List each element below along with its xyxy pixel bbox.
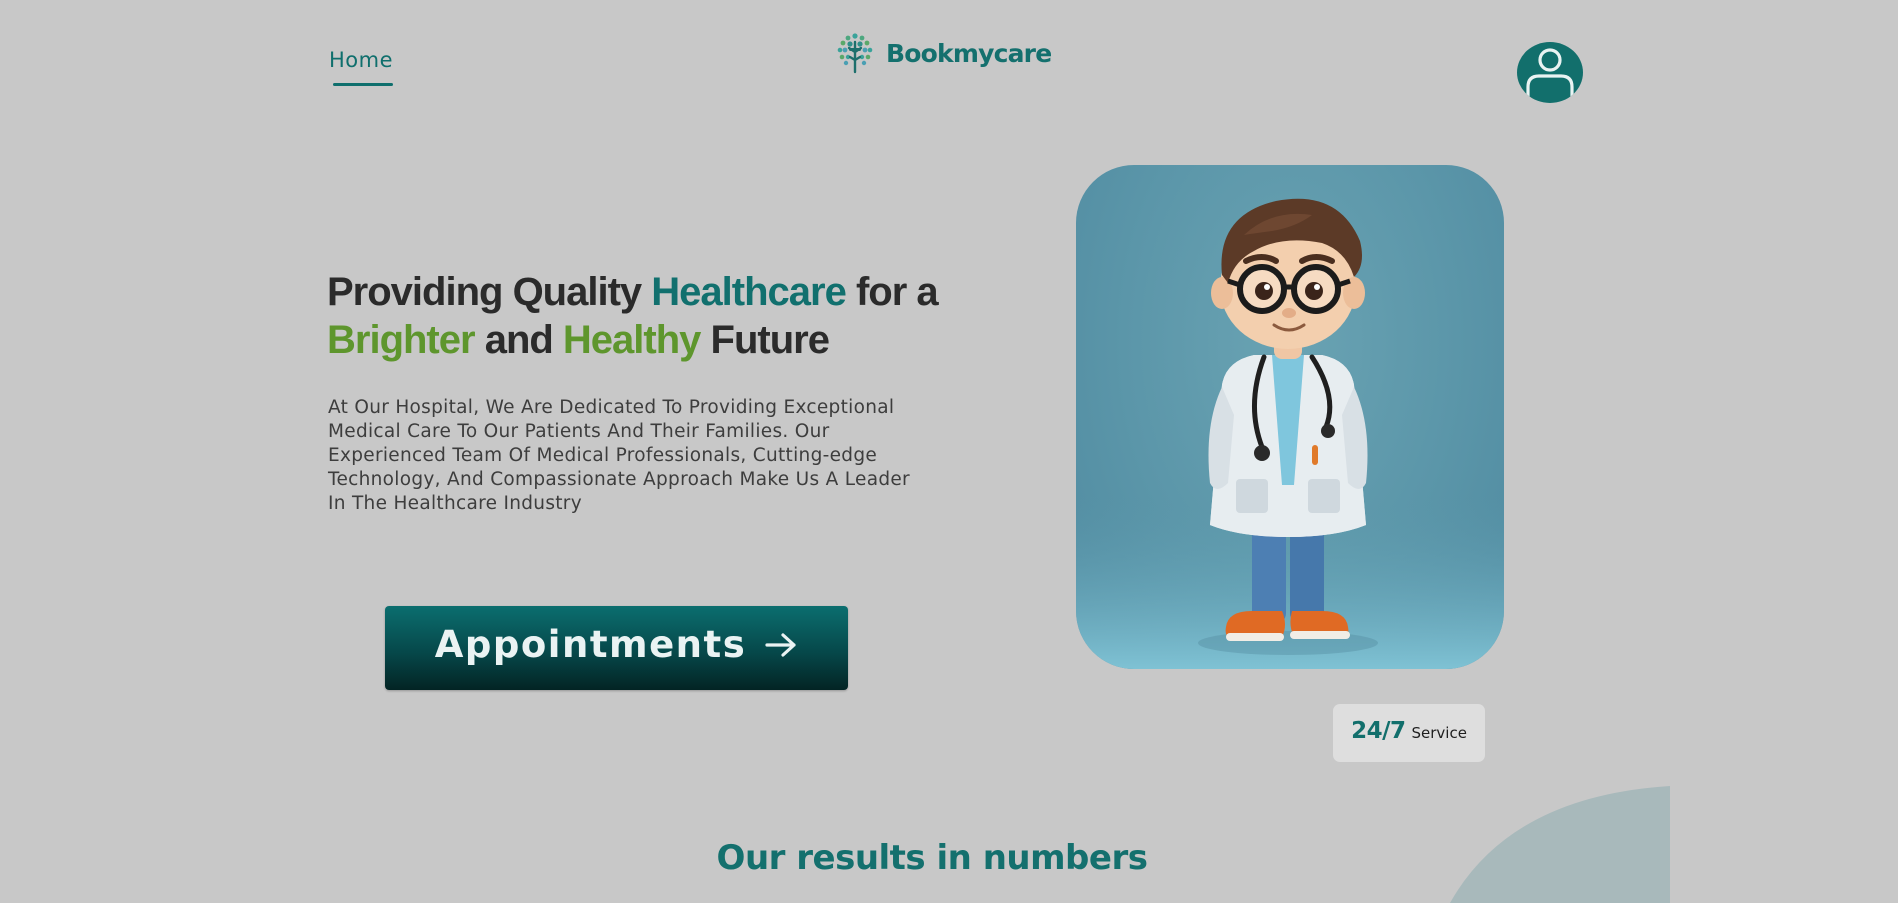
headline-highlight-brighter: Brighter (327, 318, 476, 362)
headline-highlight-healthcare: Healthcare (651, 270, 847, 314)
brand-name: Bookmycare (886, 38, 1052, 68)
headline-highlight-healthy: Healthy (562, 318, 701, 362)
results-section-title: Our results in numbers (716, 838, 1148, 878)
headline-text: Future (700, 318, 830, 362)
headline-text: for a (845, 270, 939, 314)
nav-home-link[interactable]: Home (329, 48, 393, 72)
arrow-right-icon (765, 633, 796, 657)
hero-description: At Our Hospital, We Are Dedicated To Pro… (328, 397, 910, 514)
tree-logo-icon (837, 33, 873, 74)
hero-headline: Providing Quality Healthcare for a Brigh… (327, 268, 967, 364)
doctor-illustration (1076, 165, 1504, 669)
service-badge: 24/7 Service (1333, 704, 1485, 762)
appointments-button[interactable]: Appointments (385, 606, 848, 690)
doctor-illustration-graphic (1076, 198, 1504, 669)
nav-active-indicator (333, 83, 393, 86)
user-icon (1526, 48, 1574, 103)
user-avatar-button[interactable] (1517, 42, 1583, 103)
service-badge-number: 24/7 (1351, 718, 1406, 744)
service-badge-label: Service (1411, 724, 1467, 742)
brand-logo[interactable]: Bookmycare (832, 30, 1052, 76)
appointments-button-label: Appointments (434, 622, 747, 666)
headline-text: and (474, 318, 563, 362)
headline-text: Providing Quality (327, 270, 652, 314)
